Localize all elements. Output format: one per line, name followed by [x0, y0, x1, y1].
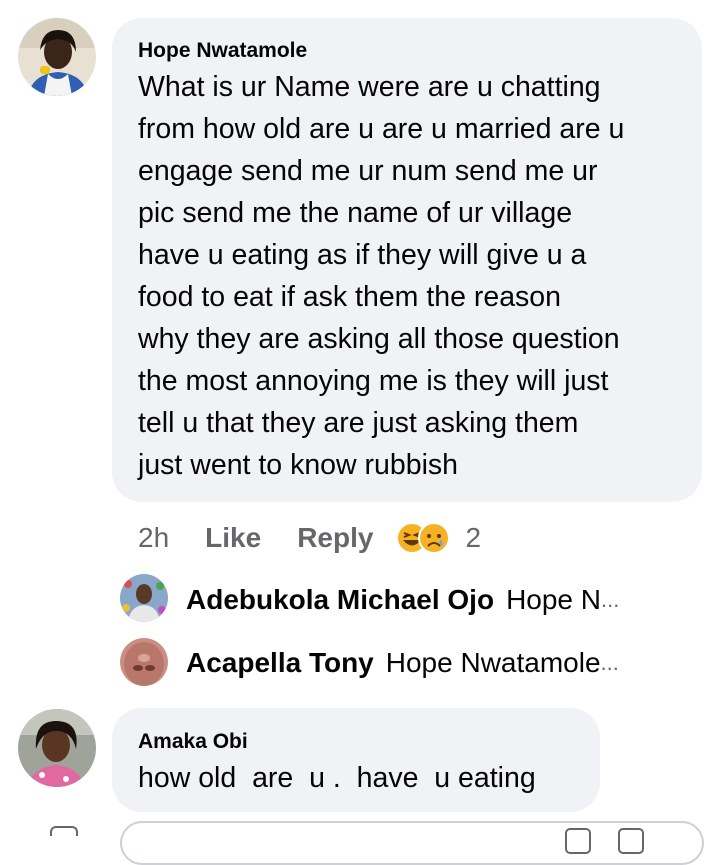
reply-preview[interactable]: Adebukola Michael Ojo Hope N...: [186, 580, 619, 620]
comment-line: food to eat if ask them the reason: [138, 281, 562, 313]
gif-icon[interactable]: [565, 828, 591, 854]
like-button[interactable]: Like: [205, 522, 261, 554]
comment-author[interactable]: Hope Nwatamole: [138, 39, 307, 63]
reaction-count[interactable]: 2: [465, 522, 481, 554]
avatar-adebukola-michael-ojo[interactable]: [120, 574, 168, 622]
comment-line: tell u that they are just asking them: [138, 407, 579, 439]
comment-timestamp: 2h: [138, 522, 170, 553]
comment-text: how old are u . have u eating: [138, 757, 536, 799]
comment-actions: 2h Like Reply 2: [138, 518, 481, 558]
reply-author[interactable]: Acapella Tony: [186, 647, 374, 679]
comment-line: how old are u . have u eating: [138, 762, 536, 794]
profile-photo-icon: [120, 638, 168, 686]
comment-line: pic send me the name of ur village: [138, 197, 573, 229]
sticker-icon[interactable]: [618, 828, 644, 854]
comment-line: just went to know rubbish: [138, 449, 458, 481]
reply-snippet: Hope N: [506, 584, 601, 615]
profile-photo-icon: [120, 574, 168, 622]
sad-emoji-icon: [418, 522, 451, 554]
comment-text: What is ur Name were are u chatting from…: [138, 66, 624, 486]
reply-ellipsis: ...: [600, 650, 619, 675]
reply-preview[interactable]: Acapella Tony Hope Nwatamole...: [186, 643, 619, 683]
camera-icon[interactable]: [50, 826, 78, 836]
comment-author[interactable]: Amaka Obi: [138, 730, 248, 754]
comment-line: the most annoying me is they will just: [138, 365, 609, 397]
comment-line: What is ur Name were are u chatting: [138, 71, 601, 103]
comment-line: why they are asking all those question: [138, 323, 620, 355]
comment-line: from how old are u are u married are u: [138, 113, 625, 145]
comment-input[interactable]: [120, 821, 704, 865]
avatar-acapella-tony[interactable]: [120, 638, 168, 686]
avatar-amaka-obi[interactable]: [18, 709, 96, 787]
comment-line: engage send me ur num send me ur: [138, 155, 598, 187]
reply-snippet: Hope Nwatamole: [385, 647, 601, 678]
profile-photo-icon: [18, 709, 96, 787]
profile-photo-icon: [18, 18, 96, 96]
reply-button[interactable]: Reply: [297, 522, 373, 554]
reply-ellipsis: ...: [601, 587, 620, 612]
comment-line: have u eating as if they will give u a: [138, 239, 587, 271]
avatar-hope-nwatamole[interactable]: [18, 18, 96, 96]
reactions-summary[interactable]: [395, 521, 455, 555]
reply-author[interactable]: Adebukola Michael Ojo: [186, 584, 494, 616]
